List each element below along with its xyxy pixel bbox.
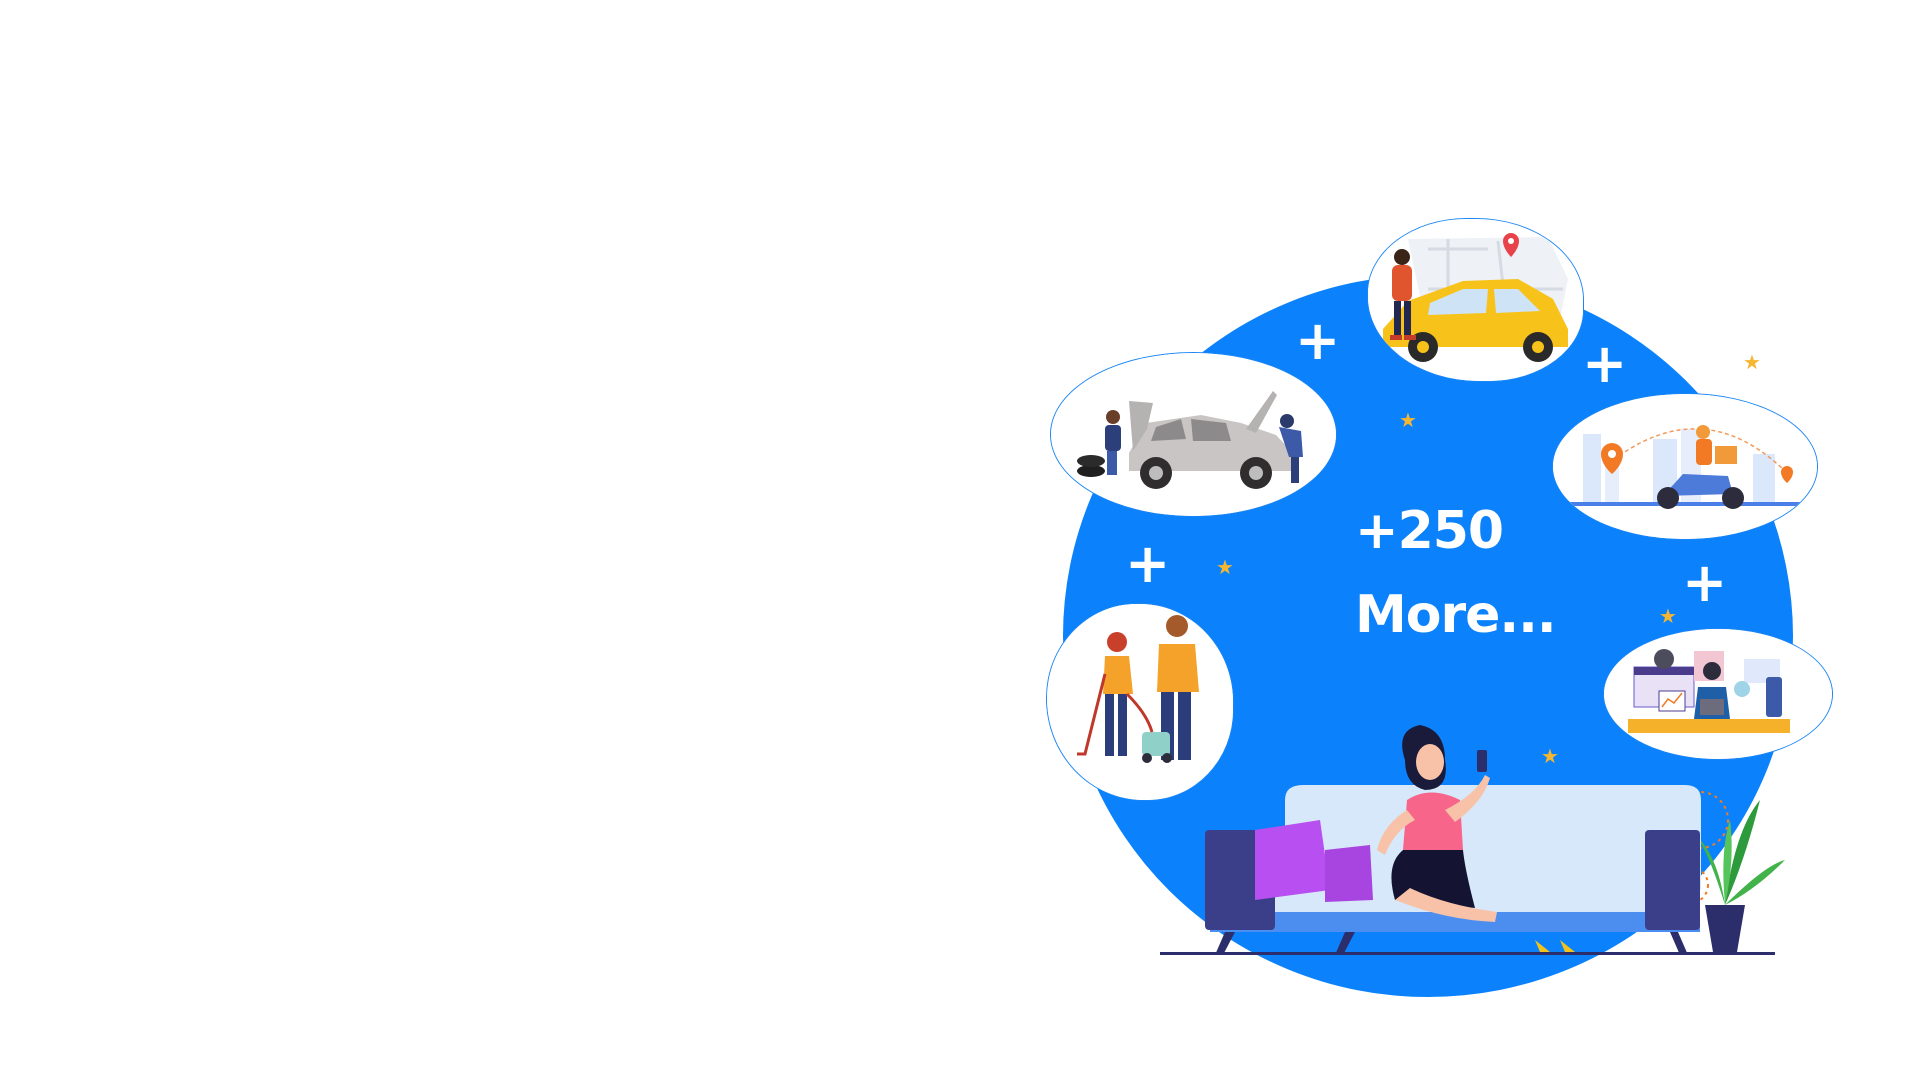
page-canvas: +250 More... + + + + ★ ★ ★ ★ ★ bbox=[0, 0, 1920, 1080]
taxi-ride-illustration bbox=[1367, 218, 1584, 382]
star-icon: ★ bbox=[1216, 555, 1234, 579]
headline: +250 More... bbox=[1355, 501, 1557, 645]
plus-icon: + bbox=[1295, 309, 1341, 372]
woman-on-sofa-illustration bbox=[1145, 690, 1790, 960]
services-more-label: More... bbox=[1355, 585, 1557, 645]
plus-icon: + bbox=[1682, 551, 1728, 614]
scooter-delivery-illustration bbox=[1552, 393, 1818, 540]
plus-icon: + bbox=[1582, 332, 1628, 395]
services-count: +250 bbox=[1355, 501, 1504, 561]
star-icon: ★ bbox=[1399, 408, 1417, 432]
plus-icon: + bbox=[1125, 532, 1171, 595]
star-icon: ★ bbox=[1659, 604, 1677, 628]
star-icon: ★ bbox=[1743, 350, 1761, 374]
car-mechanic-illustration bbox=[1050, 352, 1337, 517]
